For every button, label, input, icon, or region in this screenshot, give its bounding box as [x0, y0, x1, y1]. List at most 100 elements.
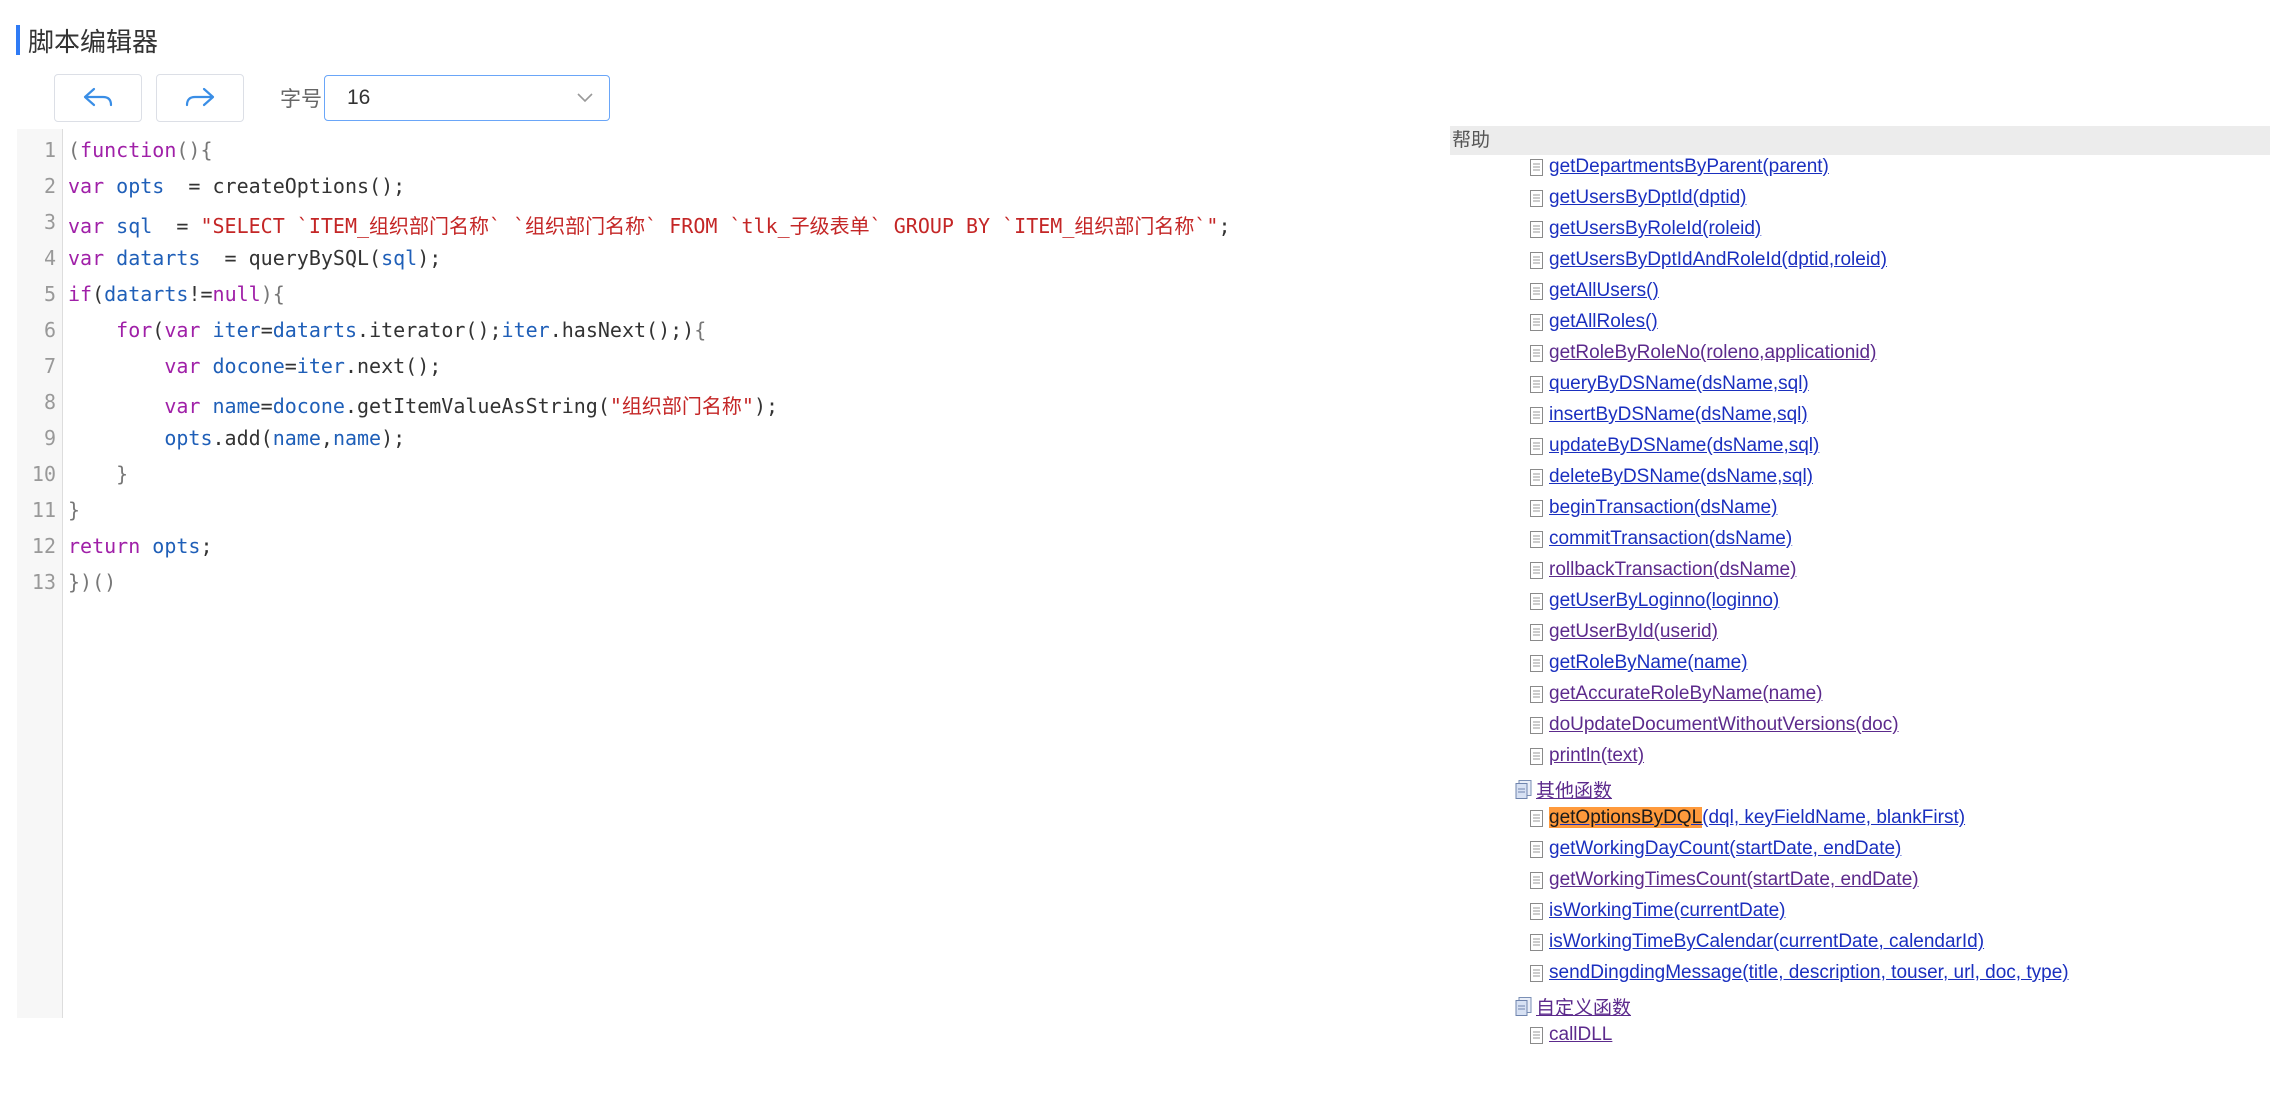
help-function-item[interactable]: insertByDSName(dsName,sql) — [1530, 404, 1808, 426]
document-icon — [1530, 871, 1543, 889]
search-highlight: getOptionsByDQL — [1549, 807, 1703, 828]
document-icon — [1530, 809, 1543, 827]
page-header: 脚本编辑器 — [16, 24, 159, 57]
help-link[interactable]: getWorkingTimesCount(startDate, endDate) — [1549, 869, 1919, 891]
line-number: 7 — [43, 354, 56, 378]
help-function-item[interactable]: sendDingdingMessage(title, description, … — [1530, 962, 2069, 984]
document-icon — [1530, 902, 1543, 920]
help-link[interactable]: isWorkingTime(currentDate) — [1549, 900, 1786, 922]
code-line: var docone=iter.next(); — [164, 354, 442, 378]
document-icon — [1530, 344, 1543, 362]
help-link[interactable]: queryByDSName(dsName,sql) — [1549, 373, 1809, 395]
help-function-item[interactable]: callDLL — [1530, 1024, 1612, 1046]
document-icon — [1530, 623, 1543, 641]
help-link[interactable]: getUsersByDptIdAndRoleId(dptid,roleid) — [1549, 249, 1887, 271]
line-number: 12 — [31, 534, 56, 558]
help-link[interactable]: commitTransaction(dsName) — [1549, 528, 1792, 550]
help-function-item[interactable]: updateByDSName(dsName,sql) — [1530, 435, 1819, 457]
help-link[interactable]: getUsersByDptId(dptid) — [1549, 187, 1746, 209]
help-link[interactable]: println(text) — [1549, 745, 1644, 767]
document-icon — [1530, 189, 1543, 207]
help-function-item[interactable]: getUsersByRoleId(roleid) — [1530, 218, 1761, 240]
help-function-item[interactable]: getWorkingDayCount(startDate, endDate) — [1530, 838, 1901, 860]
help-link[interactable]: getRoleByName(name) — [1549, 652, 1748, 674]
help-function-item[interactable]: getAccurateRoleByName(name) — [1530, 683, 1823, 705]
help-link[interactable]: 其他函数 — [1536, 776, 1612, 803]
document-icon — [1530, 592, 1543, 610]
help-link[interactable]: getUserById(userid) — [1549, 621, 1718, 643]
help-function-item[interactable]: println(text) — [1530, 745, 1644, 767]
help-link[interactable]: updateByDSName(dsName,sql) — [1549, 435, 1819, 457]
document-icon — [1530, 654, 1543, 672]
document-icon — [1530, 933, 1543, 951]
code-line: var opts = createOptions(); — [68, 174, 406, 198]
help-link[interactable]: getWorkingDayCount(startDate, endDate) — [1549, 838, 1901, 860]
help-link[interactable]: getUserByLoginno(loginno) — [1549, 590, 1779, 612]
code-line: })() — [68, 570, 117, 594]
document-icon — [1530, 220, 1543, 238]
help-function-item[interactable]: getOptionsByDQL(dql, keyFieldName, blank… — [1530, 807, 1965, 829]
help-link[interactable]: getAllRoles() — [1549, 311, 1658, 333]
help-function-item[interactable]: getUserByLoginno(loginno) — [1530, 590, 1779, 612]
undo-button[interactable] — [54, 74, 142, 122]
redo-button[interactable] — [156, 74, 244, 122]
help-link[interactable]: getUsersByRoleId(roleid) — [1549, 218, 1761, 240]
line-number: 2 — [43, 174, 56, 198]
help-function-item[interactable]: queryByDSName(dsName,sql) — [1530, 373, 1809, 395]
help-link[interactable]: sendDingdingMessage(title, description, … — [1549, 962, 2069, 984]
help-function-item[interactable]: getUsersByDptId(dptid) — [1530, 187, 1746, 209]
help-link[interactable]: getOptionsByDQL(dql, keyFieldName, blank… — [1549, 807, 1965, 829]
help-function-item[interactable]: getUserById(userid) — [1530, 621, 1718, 643]
help-link[interactable]: getAccurateRoleByName(name) — [1549, 683, 1823, 705]
font-size-select[interactable]: 16 — [324, 75, 610, 121]
help-function-item[interactable]: getDepartmentsByParent(parent) — [1530, 156, 1829, 178]
help-function-item[interactable]: rollbackTransaction(dsName) — [1530, 559, 1796, 581]
document-icon — [1530, 406, 1543, 424]
document-icon — [1530, 251, 1543, 269]
help-group-custom[interactable]: 自定义函数 — [1515, 993, 1631, 1020]
page-title: 脚本编辑器 — [28, 26, 159, 57]
help-link[interactable]: getDepartmentsByParent(parent) — [1549, 156, 1829, 178]
help-function-item[interactable]: getAllUsers() — [1530, 280, 1659, 302]
help-link[interactable]: getRoleByRoleNo(roleno,applicationid) — [1549, 342, 1876, 364]
help-function-item[interactable]: isWorkingTimeByCalendar(currentDate, cal… — [1530, 931, 1984, 953]
line-number: 6 — [43, 318, 56, 342]
document-icon — [1530, 747, 1543, 765]
code-line: var sql = "SELECT `ITEM_组织部门名称` `组织部门名称`… — [68, 214, 1231, 238]
help-header: 帮助 — [1450, 126, 2270, 155]
help-function-item[interactable]: getRoleByName(name) — [1530, 652, 1748, 674]
title-accent-bar — [16, 25, 20, 55]
help-link[interactable]: callDLL — [1549, 1024, 1612, 1046]
code-editor[interactable]: 1 2 3 4 5 6 7 8 9 10 11 12 13 (function(… — [17, 129, 1457, 1018]
document-icon — [1530, 499, 1543, 517]
document-icon — [1530, 468, 1543, 486]
help-function-item[interactable]: deleteByDSName(dsName,sql) — [1530, 466, 1813, 488]
help-link[interactable]: 自定义函数 — [1536, 993, 1631, 1020]
help-function-item[interactable]: doUpdateDocumentWithoutVersions(doc) — [1530, 714, 1899, 736]
help-link[interactable]: getAllUsers() — [1549, 280, 1659, 302]
help-function-item[interactable]: getWorkingTimesCount(startDate, endDate) — [1530, 869, 1919, 891]
help-link-args: (dql, keyFieldName, blankFirst) — [1702, 807, 1966, 828]
line-number: 5 — [43, 282, 56, 306]
help-group-other[interactable]: 其他函数 — [1515, 776, 1612, 803]
help-link[interactable]: insertByDSName(dsName,sql) — [1549, 404, 1808, 426]
help-link[interactable]: doUpdateDocumentWithoutVersions(doc) — [1549, 714, 1899, 736]
help-link[interactable]: isWorkingTimeByCalendar(currentDate, cal… — [1549, 931, 1984, 953]
help-link[interactable]: deleteByDSName(dsName,sql) — [1549, 466, 1813, 488]
code-line: } — [68, 462, 129, 486]
document-icon — [1530, 530, 1543, 548]
help-function-item[interactable]: getAllRoles() — [1530, 311, 1658, 333]
help-function-item[interactable]: commitTransaction(dsName) — [1530, 528, 1792, 550]
document-icon — [1530, 313, 1543, 331]
help-link[interactable]: rollbackTransaction(dsName) — [1549, 559, 1796, 581]
help-function-item[interactable]: getRoleByRoleNo(roleno,applicationid) — [1530, 342, 1876, 364]
help-function-item[interactable]: beginTransaction(dsName) — [1530, 497, 1777, 519]
code-line: var datarts = queryBySQL(sql); — [68, 246, 442, 270]
help-function-item[interactable]: getUsersByDptIdAndRoleId(dptid,roleid) — [1530, 249, 1887, 271]
help-function-item[interactable]: isWorkingTime(currentDate) — [1530, 900, 1786, 922]
help-link[interactable]: beginTransaction(dsName) — [1549, 497, 1777, 519]
code-area[interactable]: (function(){ var opts = createOptions();… — [68, 129, 1448, 1018]
line-number: 1 — [43, 138, 56, 162]
document-icon — [1530, 375, 1543, 393]
document-icon — [1530, 437, 1543, 455]
